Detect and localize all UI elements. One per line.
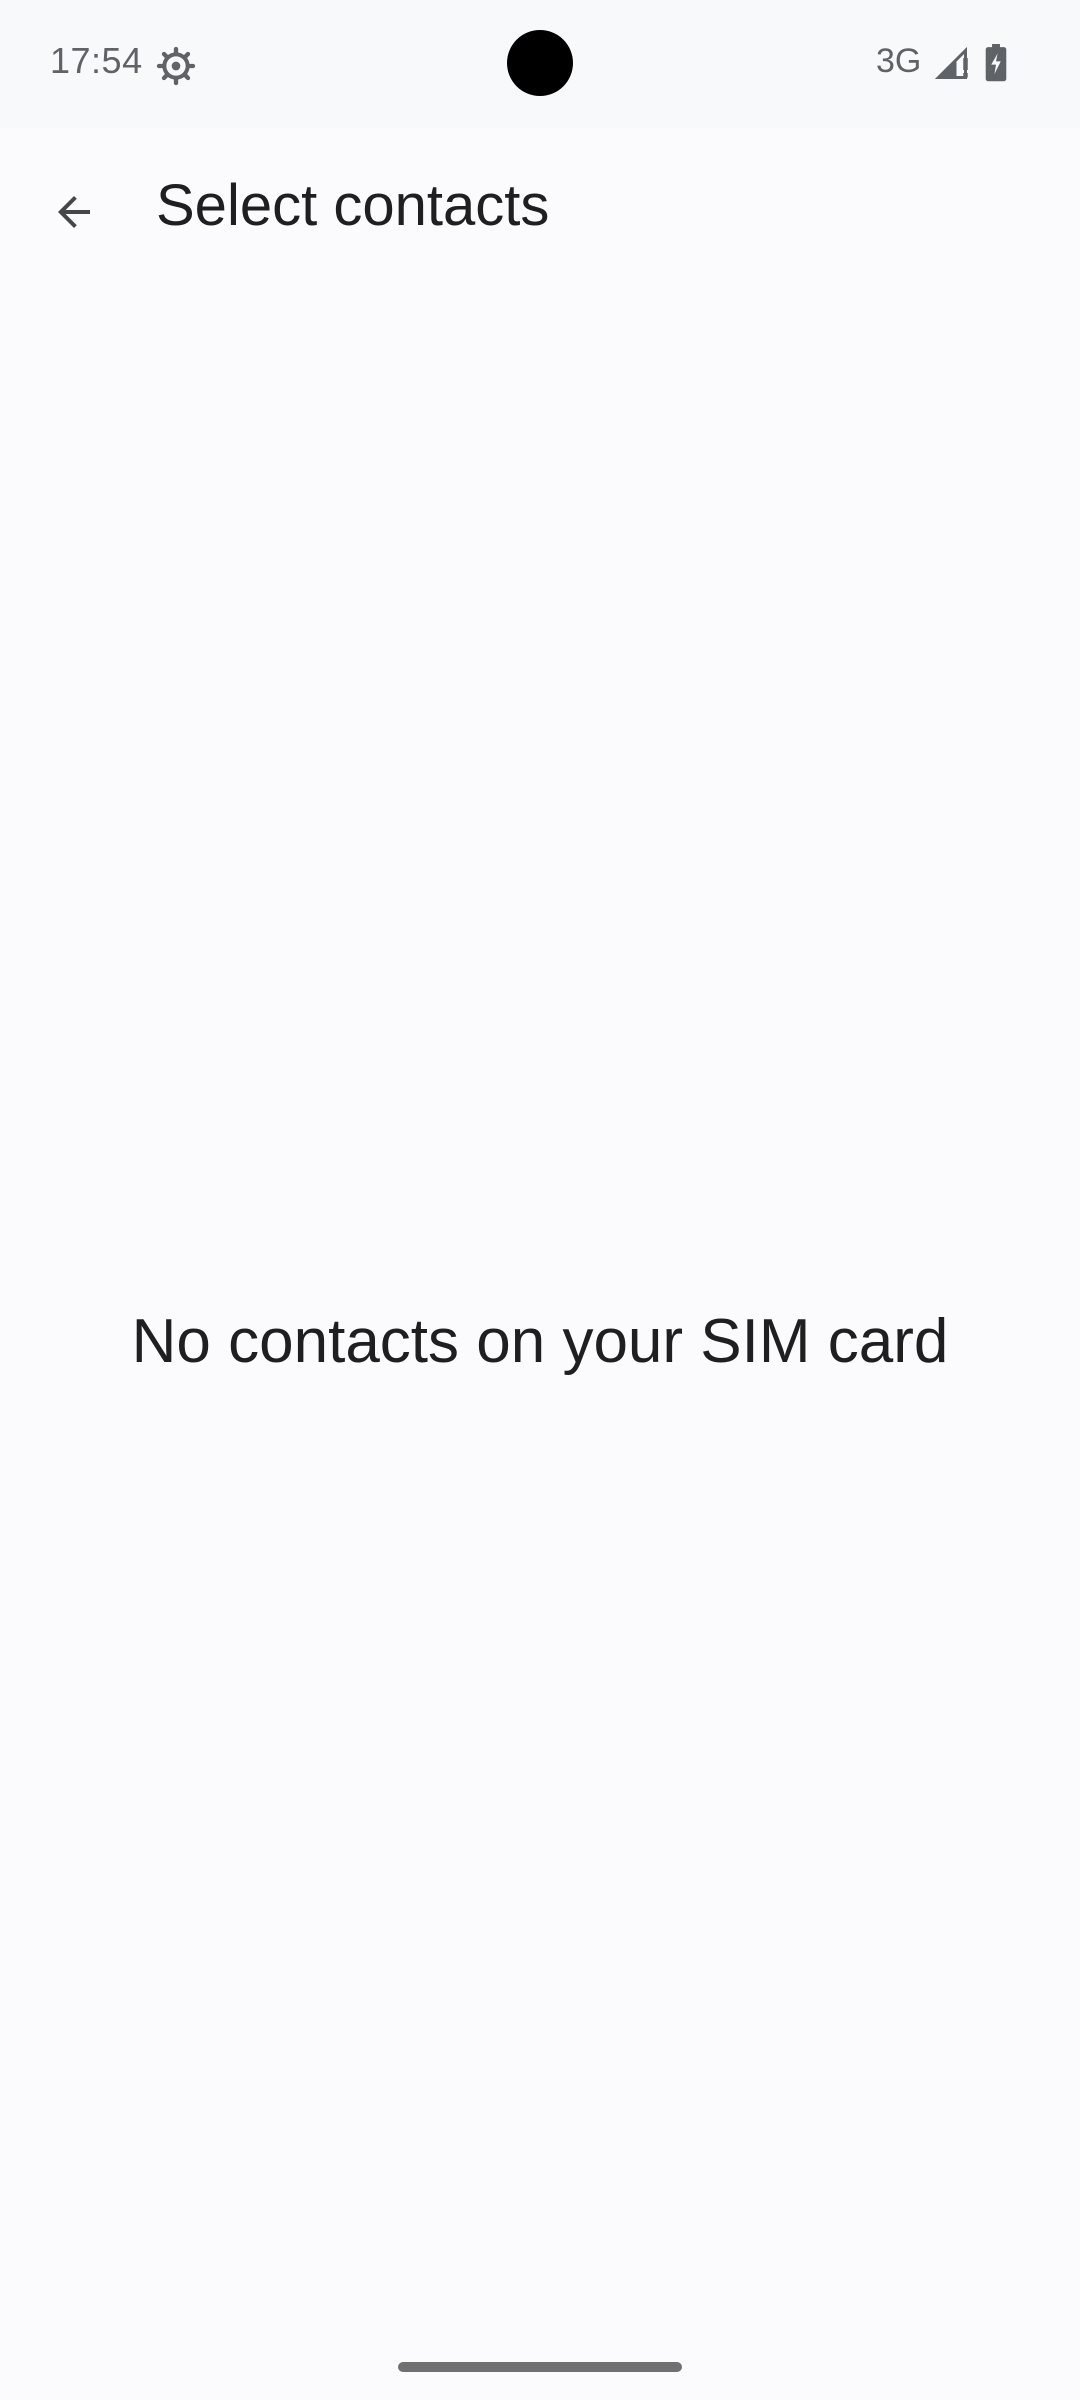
page-title: Select contacts — [156, 173, 550, 238]
contacts-list-area[interactable]: No contacts on your SIM card — [0, 296, 1080, 2400]
gesture-nav-handle[interactable] — [398, 2362, 682, 2372]
screen: 17:54 3G Select contacts No contacts on … — [0, 0, 1080, 2400]
status-time: 17:54 — [50, 40, 143, 81]
arrow-back-icon — [58, 196, 90, 228]
status-bar: 17:54 3G — [0, 0, 1080, 128]
empty-state-message: No contacts on your SIM card — [131, 1307, 949, 1376]
network-type: 3G — [876, 42, 922, 80]
back-button[interactable] — [0, 138, 148, 286]
camera-cutout — [507, 30, 573, 96]
battery-charging-icon — [985, 44, 1007, 82]
settings-gear-icon — [156, 46, 196, 86]
signal-icon — [934, 46, 968, 79]
toolbar: Select contacts — [0, 130, 1080, 294]
